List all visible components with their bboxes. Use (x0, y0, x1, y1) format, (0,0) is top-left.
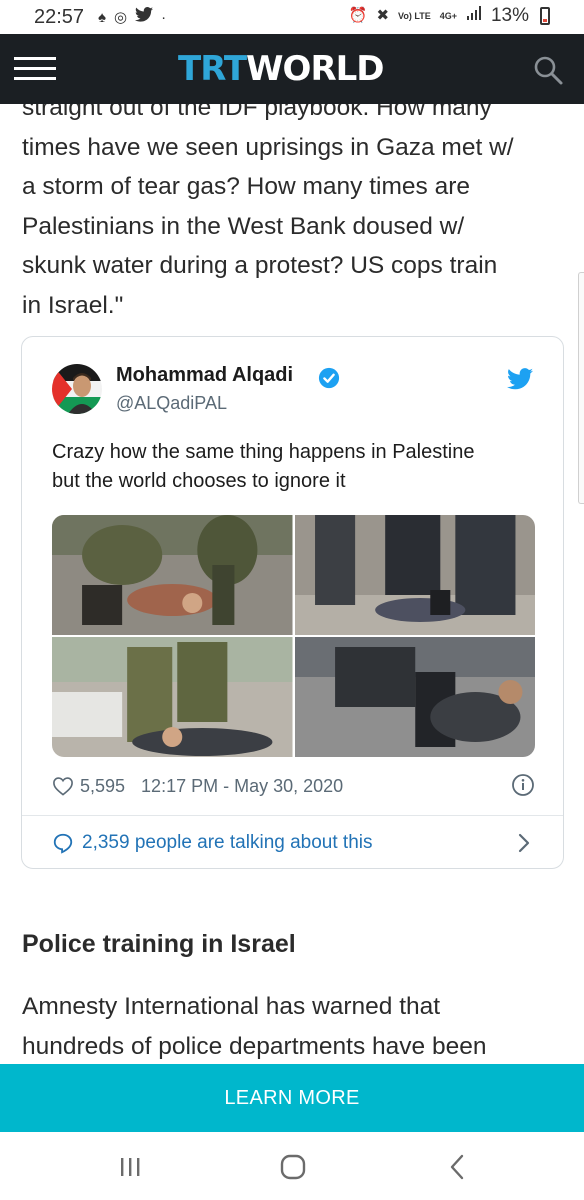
article-quote: straight out of the IDF playbook. How ma… (22, 104, 552, 325)
article-body: Amnesty International has warned that hu… (22, 987, 562, 1064)
chevron-right-icon[interactable] (517, 832, 531, 854)
like-count[interactable]: 5,595 (80, 776, 125, 797)
learn-more-button[interactable]: LEARN MORE (0, 1064, 584, 1132)
quote-line: skunk water during a protest? US cops tr… (22, 252, 498, 279)
alarm-icon: ⏰ (348, 7, 368, 24)
quote-line: times have we seen uprisings in Gaza met… (22, 133, 514, 161)
home-icon[interactable] (273, 1152, 313, 1182)
tweet-photo[interactable] (52, 515, 293, 635)
battery-icon (540, 7, 550, 25)
twitter-logo-icon[interactable] (507, 368, 533, 390)
section-heading: Police training in Israel (22, 930, 296, 958)
quote-line: in Israel." (22, 291, 124, 319)
top-navigation-bar: TRT WORLD (0, 34, 584, 104)
signal-icon (466, 5, 482, 27)
status-time: 22:57 (34, 6, 85, 28)
trt-world-logo[interactable]: TRT WORLD (178, 48, 385, 90)
tweet-timestamp[interactable]: 12:17 PM - May 30, 2020 (141, 776, 343, 797)
talking-link[interactable]: 2,359 people are talking about this (52, 817, 535, 869)
logo-world: WORLD (246, 49, 384, 89)
battery-level: 13% (490, 5, 529, 26)
tweet-author-name[interactable]: Mohammad Alqadi (116, 364, 293, 387)
quote-line: a storm of tear gas? How many times are (22, 173, 470, 200)
avatar[interactable] (52, 364, 102, 414)
network-label: Vo) LTE (398, 10, 431, 21)
article-content: straight out of the IDF playbook. How ma… (0, 104, 584, 1064)
tweet-photo-grid[interactable] (52, 515, 535, 757)
body-line: Amnesty International has warned that (22, 993, 441, 1020)
quote-line: Palestinians in the West Bank doused w/ (22, 212, 465, 240)
tweet-meta: 5,595 12:17 PM - May 30, 2020 (52, 773, 535, 799)
dot-icon: · (161, 8, 167, 26)
network-type: 4G+ (439, 10, 457, 21)
system-icons: ⏰ ✖ Vo) LTE 4G+ 13% (349, 5, 550, 27)
target-icon: ◎ (113, 8, 128, 26)
tweet-text-line: Crazy how the same thing happens in Pale… (52, 441, 475, 463)
tweet-text: Crazy how the same thing happens in Pale… (52, 438, 542, 496)
system-navigation-bar (0, 1132, 584, 1200)
search-icon[interactable] (532, 54, 564, 86)
menu-icon[interactable] (14, 57, 56, 83)
back-icon[interactable] (438, 1152, 478, 1182)
verified-badge-icon (318, 367, 340, 389)
heart-icon[interactable] (52, 776, 74, 796)
quote-line: straight out of the IDF playbook. How ma… (22, 104, 492, 121)
recents-icon[interactable] (110, 1152, 150, 1182)
tweet-photo[interactable] (52, 637, 293, 757)
snapchat-icon: ♠ (98, 8, 106, 26)
status-bar: 22:57 ♠ ◎ · ⏰ ✖ Vo) LTE 4G+ 13% (0, 0, 584, 34)
talking-count-text[interactable]: 2,359 people are talking about this (82, 832, 373, 854)
tweet-handle[interactable]: @ALQadiPAL (116, 393, 227, 414)
tweet-photo[interactable] (294, 515, 535, 635)
info-icon[interactable] (511, 773, 535, 797)
speech-bubble-icon (53, 833, 73, 854)
body-line: hundreds of police departments have been (22, 1033, 487, 1060)
tweet-photo[interactable] (294, 637, 535, 757)
logo-trt: TRT (178, 49, 247, 89)
edge-panel-handle[interactable] (578, 272, 584, 504)
tweet-text-line: but the world chooses to ignore it (52, 470, 346, 492)
mute-icon: ✖ (376, 7, 390, 24)
notification-icons: ♠ ◎ · (98, 7, 166, 28)
twitter-notification-icon (135, 7, 154, 28)
embedded-tweet[interactable]: Mohammad Alqadi @ALQadiPAL Crazy how the… (21, 336, 564, 869)
tweet-divider (22, 815, 563, 816)
